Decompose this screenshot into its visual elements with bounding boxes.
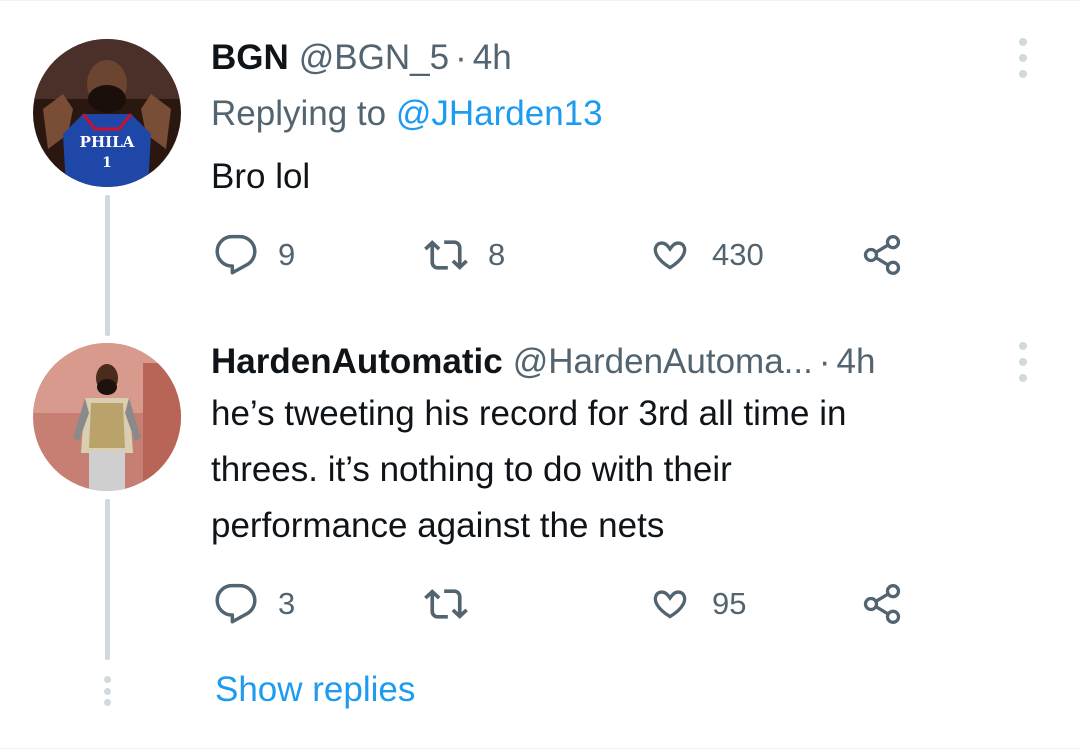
like-button[interactable]: 95 [648, 582, 746, 626]
retweet-button[interactable]: 8 [424, 233, 505, 277]
jersey-number: 1 [102, 155, 112, 171]
reply-icon [215, 234, 257, 275]
tweet-text: Bro lol [211, 149, 1011, 205]
retweet-count: 8 [488, 237, 506, 272]
show-replies-link[interactable]: Show replies [215, 668, 415, 712]
tweet-header: HardenAutomatic @HardenAutoma... · 4h [211, 340, 875, 384]
avatar-hardenautomatic[interactable] [33, 343, 181, 491]
user-handle[interactable]: @HardenAutoma... [513, 342, 813, 381]
heart-icon [653, 241, 687, 270]
top-divider [0, 0, 1080, 6]
reply-button[interactable]: 9 [214, 233, 295, 277]
more-vertical-icon[interactable] [1016, 342, 1030, 382]
tweet-text-line: he’s tweeting his record for 3rd all tim… [211, 394, 847, 433]
share-icon [863, 584, 901, 624]
tweet-actions: 3 95 [214, 582, 934, 626]
replying-to: Replying to @JHarden13 [211, 92, 603, 136]
avatar-bgn-image: PHILA 1 [33, 39, 181, 187]
tweet-actions: 9 8 430 [214, 233, 934, 277]
avatar-hardenautomatic-image [33, 343, 181, 491]
reply-count: 9 [278, 237, 296, 272]
replying-mention-link[interactable]: @JHarden13 [396, 94, 603, 133]
tweet-text-line: performance against the nets [211, 506, 665, 545]
tweet-text: he’s tweeting his record for 3rd all tim… [211, 386, 1011, 554]
timestamp[interactable]: 4h [837, 342, 876, 381]
like-count: 95 [712, 586, 747, 621]
display-name[interactable]: BGN [211, 38, 289, 77]
reply-button[interactable]: 3 [214, 582, 295, 626]
thread-line [105, 195, 110, 336]
retweet-icon [424, 589, 468, 619]
thread-more-dots [102, 676, 112, 706]
heart-icon [653, 590, 687, 619]
share-button[interactable] [860, 582, 904, 626]
more-vertical-icon[interactable] [1016, 38, 1030, 78]
like-count: 430 [712, 237, 764, 272]
tweet-header: BGN @BGN_5 · 4h [211, 36, 512, 80]
separator: · [455, 38, 467, 77]
tweet-text-line: Bro lol [211, 157, 311, 196]
share-icon [863, 235, 901, 275]
bottom-divider [0, 748, 1080, 754]
avatar-bgn[interactable]: PHILA 1 [33, 39, 181, 187]
separator: · [818, 342, 831, 381]
retweet-icon [424, 240, 468, 270]
share-button[interactable] [860, 233, 904, 277]
like-button[interactable]: 430 [648, 233, 764, 277]
thread-line [105, 499, 110, 660]
jersey-text: PHILA [80, 133, 135, 151]
tweet-text-line: threes. it’s nothing to do with their [211, 450, 732, 489]
replying-label: Replying to [211, 94, 387, 133]
timestamp[interactable]: 4h [473, 38, 512, 77]
retweet-button[interactable] [424, 582, 488, 626]
reply-icon [215, 583, 257, 624]
user-handle[interactable]: @BGN_5 [299, 38, 449, 77]
reply-count: 3 [278, 586, 296, 621]
display-name[interactable]: HardenAutomatic [211, 342, 503, 381]
